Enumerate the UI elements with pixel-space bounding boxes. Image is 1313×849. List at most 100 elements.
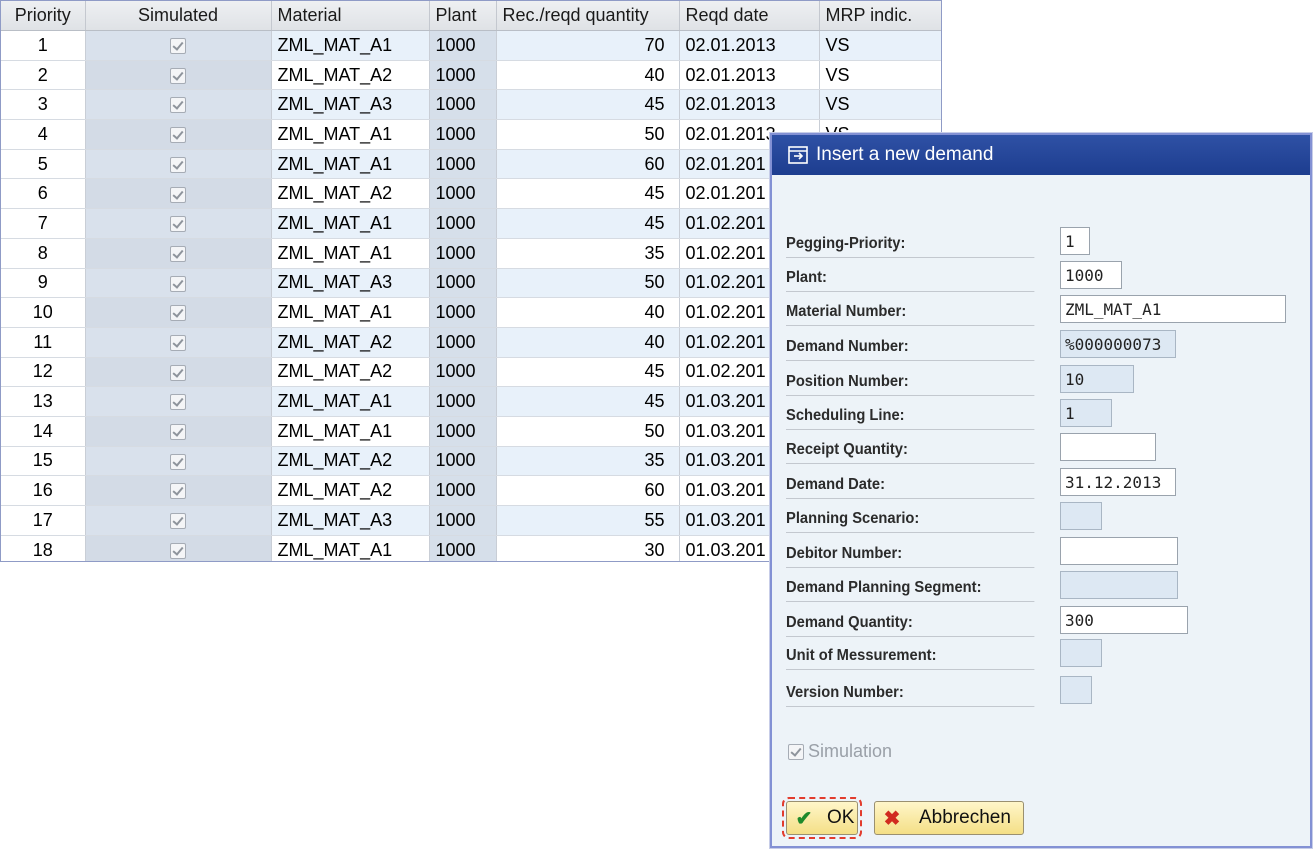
priority-cell[interactable]: 11 xyxy=(1,327,86,358)
simulated-cell[interactable] xyxy=(85,535,272,561)
simulated-cell[interactable] xyxy=(85,327,272,358)
column-header-plant[interactable]: Plant xyxy=(429,1,497,31)
material-cell[interactable]: ZML_MAT_A1 xyxy=(271,208,430,239)
simulated-cell[interactable] xyxy=(85,89,272,121)
plant-cell[interactable]: 1000 xyxy=(429,327,497,358)
quantity-cell[interactable]: 40 xyxy=(496,297,680,328)
mrp-indic-cell[interactable]: VS xyxy=(819,60,941,91)
plant-cell[interactable]: 1000 xyxy=(429,60,497,91)
simulated-cell[interactable] xyxy=(85,357,272,388)
simulated-cell[interactable] xyxy=(85,119,272,150)
simulated-cell[interactable] xyxy=(85,238,272,269)
material-cell[interactable]: ZML_MAT_A1 xyxy=(271,238,430,269)
simulated-cell[interactable] xyxy=(85,386,272,417)
quantity-cell[interactable]: 35 xyxy=(496,238,680,269)
plant-cell[interactable]: 1000 xyxy=(429,386,497,417)
mrp-indic-cell[interactable]: VS xyxy=(819,89,941,121)
plant-cell[interactable]: 1000 xyxy=(429,119,497,150)
priority-cell[interactable]: 13 xyxy=(1,386,86,417)
plant-cell[interactable]: 1000 xyxy=(429,357,497,388)
simulated-cell[interactable] xyxy=(85,149,272,180)
quantity-cell[interactable]: 50 xyxy=(496,416,680,447)
plant-cell[interactable]: 1000 xyxy=(429,30,497,61)
plant-cell[interactable]: 1000 xyxy=(429,89,497,121)
priority-cell[interactable]: 17 xyxy=(1,505,86,536)
column-header-reqd-date[interactable]: Reqd date xyxy=(679,1,820,31)
plant-cell[interactable]: 1000 xyxy=(429,268,497,299)
simulated-cell[interactable] xyxy=(85,475,272,506)
priority-cell[interactable]: 9 xyxy=(1,268,86,299)
plant-cell[interactable]: 1000 xyxy=(429,238,497,269)
table-row[interactable]: 1 ZML_MAT_A1 1000 70 02.01.2013 VS xyxy=(1,30,941,61)
simulated-cell[interactable] xyxy=(85,297,272,328)
plant-cell[interactable]: 1000 xyxy=(429,535,497,561)
simulated-cell[interactable] xyxy=(85,268,272,299)
quantity-cell[interactable]: 30 xyxy=(496,535,680,561)
priority-cell[interactable]: 5 xyxy=(1,149,86,180)
quantity-cell[interactable]: 55 xyxy=(496,505,680,536)
material-cell[interactable]: ZML_MAT_A2 xyxy=(271,357,430,388)
quantity-cell[interactable]: 50 xyxy=(496,119,680,150)
simulated-cell[interactable] xyxy=(85,446,272,477)
quantity-cell[interactable]: 40 xyxy=(496,60,680,91)
priority-cell[interactable]: 6 xyxy=(1,178,86,210)
plant-cell[interactable]: 1000 xyxy=(429,505,497,536)
cancel-button[interactable]: ✖ Abbrechen xyxy=(874,801,1024,835)
quantity-cell[interactable]: 60 xyxy=(496,475,680,506)
quantity-cell[interactable]: 45 xyxy=(496,208,680,239)
simulated-cell[interactable] xyxy=(85,208,272,239)
priority-cell[interactable]: 16 xyxy=(1,475,86,506)
material-cell[interactable]: ZML_MAT_A3 xyxy=(271,505,430,536)
field-input[interactable] xyxy=(1060,468,1176,496)
column-header-mrp-indic[interactable]: MRP indic. xyxy=(819,1,941,31)
reqd-date-cell[interactable]: 02.01.2013 xyxy=(679,30,820,61)
quantity-cell[interactable]: 45 xyxy=(496,386,680,417)
plant-cell[interactable]: 1000 xyxy=(429,475,497,506)
field-input[interactable] xyxy=(1060,502,1102,530)
priority-cell[interactable]: 4 xyxy=(1,119,86,150)
material-cell[interactable]: ZML_MAT_A1 xyxy=(271,535,430,561)
material-cell[interactable]: ZML_MAT_A1 xyxy=(271,416,430,447)
priority-cell[interactable]: 12 xyxy=(1,357,86,388)
field-input[interactable] xyxy=(1060,433,1156,461)
material-cell[interactable]: ZML_MAT_A2 xyxy=(271,475,430,506)
priority-cell[interactable]: 15 xyxy=(1,446,86,477)
material-cell[interactable]: ZML_MAT_A2 xyxy=(271,60,430,91)
field-input[interactable] xyxy=(1060,639,1102,667)
material-cell[interactable]: ZML_MAT_A1 xyxy=(271,30,430,61)
priority-cell[interactable]: 1 xyxy=(1,30,86,61)
priority-cell[interactable]: 7 xyxy=(1,208,86,239)
material-cell[interactable]: ZML_MAT_A1 xyxy=(271,386,430,417)
field-input[interactable] xyxy=(1060,399,1112,427)
priority-cell[interactable]: 2 xyxy=(1,60,86,91)
plant-cell[interactable]: 1000 xyxy=(429,446,497,477)
material-cell[interactable]: ZML_MAT_A2 xyxy=(271,178,430,210)
simulated-cell[interactable] xyxy=(85,505,272,536)
priority-cell[interactable]: 8 xyxy=(1,238,86,269)
quantity-cell[interactable]: 45 xyxy=(496,89,680,121)
quantity-cell[interactable]: 70 xyxy=(496,30,680,61)
plant-cell[interactable]: 1000 xyxy=(429,297,497,328)
ok-button[interactable]: ✔ OK xyxy=(782,797,862,839)
field-input[interactable] xyxy=(1060,330,1176,358)
material-cell[interactable]: ZML_MAT_A3 xyxy=(271,89,430,121)
quantity-cell[interactable]: 45 xyxy=(496,357,680,388)
field-input[interactable] xyxy=(1060,365,1134,393)
material-cell[interactable]: ZML_MAT_A3 xyxy=(271,268,430,299)
material-cell[interactable]: ZML_MAT_A2 xyxy=(271,446,430,477)
quantity-cell[interactable]: 60 xyxy=(496,149,680,180)
priority-cell[interactable]: 3 xyxy=(1,89,86,121)
field-input[interactable] xyxy=(1060,295,1286,323)
quantity-cell[interactable]: 35 xyxy=(496,446,680,477)
field-input[interactable] xyxy=(1060,227,1090,255)
quantity-cell[interactable]: 45 xyxy=(496,178,680,210)
dialog-titlebar[interactable]: Insert a new demand xyxy=(772,135,1310,175)
mrp-indic-cell[interactable]: VS xyxy=(819,30,941,61)
priority-cell[interactable]: 10 xyxy=(1,297,86,328)
column-header-material[interactable]: Material xyxy=(271,1,430,31)
plant-cell[interactable]: 1000 xyxy=(429,149,497,180)
table-row[interactable]: 2 ZML_MAT_A2 1000 40 02.01.2013 VS xyxy=(1,60,941,91)
column-header-quantity[interactable]: Rec./reqd quantity xyxy=(496,1,680,31)
field-input[interactable] xyxy=(1060,537,1178,565)
plant-cell[interactable]: 1000 xyxy=(429,208,497,239)
